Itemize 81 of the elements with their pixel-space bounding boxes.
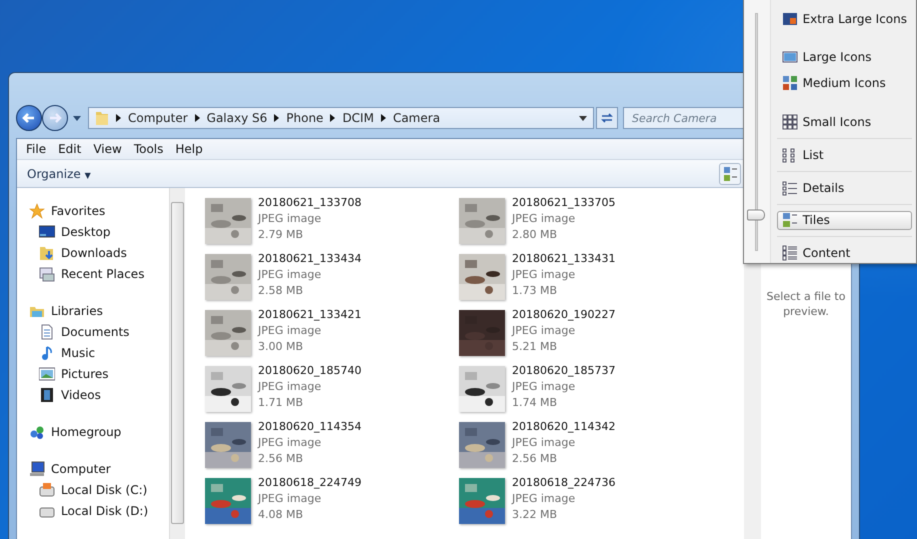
file-type: JPEG image bbox=[258, 267, 322, 283]
file-tile[interactable]: 20180621_133708 JPEG image 2.79 MB bbox=[205, 198, 459, 244]
preview-message: Select a file to preview. bbox=[766, 288, 846, 318]
file-type: JPEG image bbox=[258, 323, 322, 339]
file-type: JPEG image bbox=[512, 379, 576, 395]
file-tile[interactable]: 20180621_133421 JPEG image 3.00 MB bbox=[205, 310, 459, 356]
nav-item[interactable]: Libraries bbox=[29, 300, 169, 321]
breadcrumb[interactable]: Galaxy S6 bbox=[206, 111, 268, 125]
address-bar[interactable]: Computer Galaxy S6 Phone DCIM Camera bbox=[88, 107, 594, 129]
file-size: 2.79 MB bbox=[258, 227, 304, 243]
file-size: 2.80 MB bbox=[512, 227, 558, 243]
nav-item[interactable]: Pictures bbox=[29, 363, 169, 384]
file-name: 20180621_133421 bbox=[258, 307, 362, 323]
file-type: JPEG image bbox=[258, 211, 322, 227]
nav-item[interactable]: Local Disk (D:) bbox=[29, 500, 169, 521]
menu-item[interactable]: File bbox=[21, 142, 54, 156]
file-name: 20180620_185740 bbox=[258, 363, 362, 379]
menu-item[interactable]: Edit bbox=[53, 142, 88, 156]
file-type: JPEG image bbox=[512, 211, 576, 227]
nav-item[interactable]: Homegroup bbox=[29, 421, 169, 442]
file-name: 20180620_185737 bbox=[512, 363, 616, 379]
nav-item[interactable]: Music bbox=[29, 342, 169, 363]
file-tile[interactable]: 20180620_185740 JPEG image 1.71 MB bbox=[205, 366, 459, 412]
file-size: 5.21 MB bbox=[512, 339, 558, 355]
view-menu-item[interactable]: Content bbox=[776, 243, 912, 264]
view-menu-item[interactable]: Details bbox=[776, 178, 912, 198]
nav-item[interactable]: Local Disk (C:) bbox=[29, 479, 169, 500]
file-tile[interactable]: 20180618_224749 JPEG image 4.08 MB bbox=[205, 478, 459, 524]
organize-button[interactable]: Organize ▼ bbox=[23, 164, 95, 182]
file-name: 20180618_224736 bbox=[512, 475, 616, 491]
menu-item[interactable]: Help bbox=[170, 142, 210, 156]
nav-item[interactable]: Videos bbox=[29, 384, 169, 405]
file-size: 3.22 MB bbox=[512, 507, 558, 523]
file-type: JPEG image bbox=[512, 491, 576, 507]
file-type: JPEG image bbox=[512, 323, 576, 339]
file-tile[interactable]: 20180618_224736 JPEG image 3.22 MB bbox=[459, 478, 713, 524]
file-name: 20180620_114342 bbox=[512, 419, 616, 435]
file-type: JPEG image bbox=[258, 379, 322, 395]
file-size: 1.71 MB bbox=[258, 395, 304, 411]
file-size: 1.74 MB bbox=[512, 395, 558, 411]
breadcrumb[interactable]: Camera bbox=[392, 111, 440, 125]
file-size: 1.73 MB bbox=[512, 283, 558, 299]
nav-item[interactable]: Documents bbox=[29, 321, 169, 342]
file-size: 2.56 MB bbox=[258, 451, 304, 467]
nav-item[interactable]: Desktop bbox=[29, 221, 169, 242]
nav-item[interactable]: Favorites bbox=[29, 200, 169, 221]
file-name: 20180618_224749 bbox=[258, 475, 362, 491]
file-size: 3.00 MB bbox=[258, 339, 304, 355]
file-type: JPEG image bbox=[512, 435, 576, 451]
nav-item[interactable]: Computer bbox=[29, 458, 169, 479]
file-type: JPEG image bbox=[512, 267, 576, 283]
file-type: JPEG image bbox=[258, 491, 322, 507]
view-menu-item[interactable]: Large Icons bbox=[776, 46, 912, 67]
file-size: 4.08 MB bbox=[258, 507, 304, 523]
file-tile[interactable]: 20180620_114354 JPEG image 2.56 MB bbox=[205, 422, 459, 468]
file-tile[interactable]: 20180621_133705 JPEG image 2.80 MB bbox=[459, 198, 713, 244]
file-tile[interactable]: 20180621_133431 JPEG image 1.73 MB bbox=[459, 254, 713, 300]
file-name: 20180621_133431 bbox=[512, 251, 616, 267]
file-name: 20180621_133705 bbox=[512, 195, 616, 211]
breadcrumb[interactable]: Phone bbox=[286, 111, 324, 125]
file-name: 20180621_133434 bbox=[258, 251, 362, 267]
file-name: 20180620_190227 bbox=[512, 307, 616, 323]
view-menu-item[interactable]: Medium Icons bbox=[776, 72, 912, 92]
file-tile[interactable]: 20180620_190227 JPEG image 5.21 MB bbox=[459, 310, 713, 356]
breadcrumb[interactable]: DCIM bbox=[342, 111, 374, 125]
menu-item[interactable]: View bbox=[88, 142, 129, 156]
breadcrumb[interactable]: Computer bbox=[128, 111, 188, 125]
view-menu-item[interactable]: Extra Large Icons bbox=[776, 9, 912, 29]
view-menu-item[interactable]: Tiles bbox=[776, 210, 912, 230]
file-tile[interactable]: 20180620_114342 JPEG image 2.56 MB bbox=[459, 422, 713, 468]
file-tile[interactable]: 20180621_133434 JPEG image 2.58 MB bbox=[205, 254, 459, 300]
nav-item[interactable]: Downloads bbox=[29, 242, 169, 263]
view-menu-item[interactable]: List bbox=[776, 145, 912, 165]
nav-item[interactable]: Recent Places bbox=[29, 263, 169, 284]
file-type: JPEG image bbox=[258, 435, 322, 451]
file-size: 2.56 MB bbox=[512, 451, 558, 467]
file-name: 20180621_133708 bbox=[258, 195, 362, 211]
file-size: 2.58 MB bbox=[258, 283, 304, 299]
file-tile[interactable]: 20180620_185737 JPEG image 1.74 MB bbox=[459, 366, 713, 412]
menu-item[interactable]: Tools bbox=[128, 142, 170, 156]
file-name: 20180620_114354 bbox=[258, 419, 362, 435]
